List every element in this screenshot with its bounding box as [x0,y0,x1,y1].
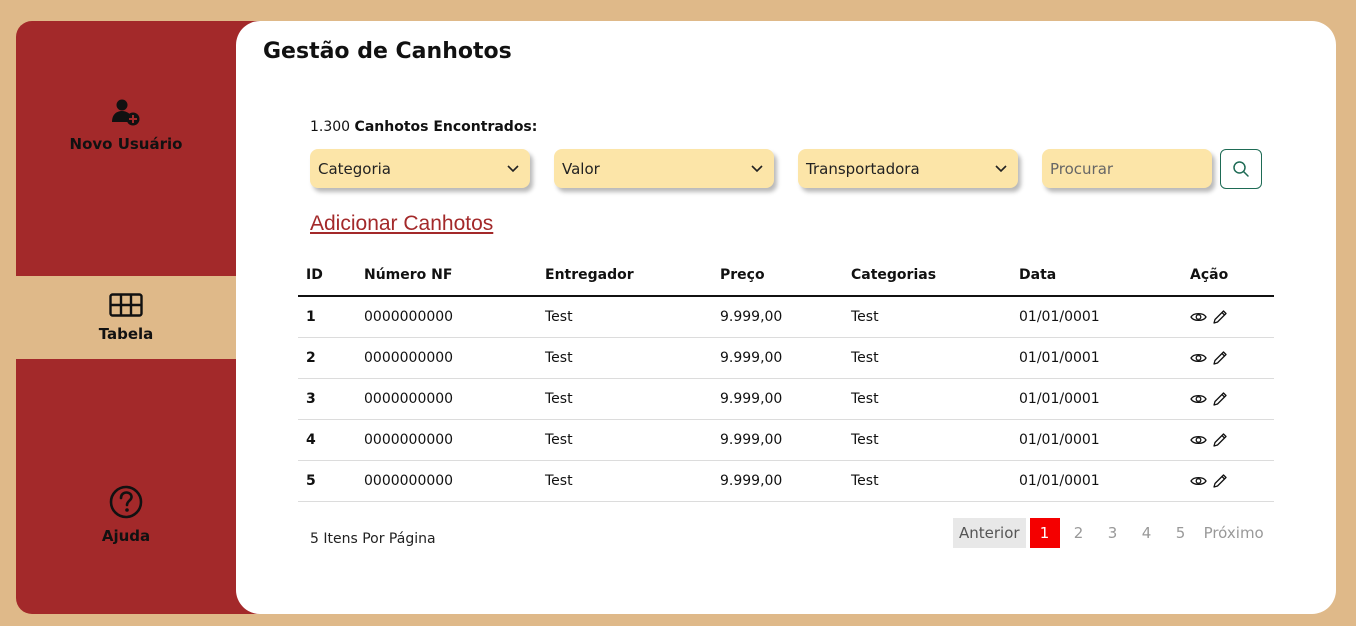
page-button-1[interactable]: 1 [1029,518,1060,548]
column-header-date[interactable]: Data [1011,255,1182,297]
eye-icon[interactable] [1190,393,1207,405]
cell-deliverer: Test [537,419,712,461]
cell-date: 01/01/0001 [1011,460,1182,502]
page-button-3[interactable]: 3 [1098,518,1128,548]
cell-date: 01/01/0001 [1011,378,1182,420]
sidebar: Novo Usuário Tabela Ajuda [16,21,266,614]
pagination: Anterior 1 2 3 4 5 Próximo [953,518,1268,548]
cell-price: 9.999,00 [712,419,843,461]
cell-actions [1182,419,1274,461]
category-dropdown[interactable]: Categoria [310,149,530,188]
search-input[interactable] [1042,149,1212,188]
table-row: 3 0000000000 Test 9.999,00 Test 01/01/00… [298,378,1274,420]
column-header-categories[interactable]: Categorias [843,255,1011,297]
search-icon [1233,161,1249,177]
sidebar-item-label: Ajuda [101,527,151,545]
sidebar-item-help[interactable]: Ajuda [16,485,236,545]
cell-invoice-number: 0000000000 [356,378,537,420]
cell-price: 9.999,00 [712,460,843,502]
chevron-down-icon [995,164,1007,172]
cell-price: 9.999,00 [712,337,843,379]
sidebar-item-new-user[interactable]: Novo Usuário [16,97,236,153]
pencil-icon[interactable] [1212,309,1228,325]
cell-category: Test [843,460,1011,502]
page-button-5[interactable]: 5 [1166,518,1196,548]
carrier-dropdown-label: Transportadora [806,159,920,178]
cell-actions [1182,337,1274,379]
table-row: 5 0000000000 Test 9.999,00 Test 01/01/00… [298,460,1274,502]
cell-category: Test [843,378,1011,420]
chevron-down-icon [751,164,763,172]
sidebar-item-table[interactable]: Tabela [16,276,236,359]
pencil-icon[interactable] [1212,473,1228,489]
value-dropdown-label: Valor [562,159,600,178]
cell-price: 9.999,00 [712,378,843,420]
main-panel: Gestão de Canhotos 1.300 Canhotos Encont… [236,21,1336,614]
items-per-page-label: 5 Itens Por Página [310,531,436,547]
cell-invoice-number: 0000000000 [356,419,537,461]
cell-category: Test [843,337,1011,379]
value-dropdown[interactable]: Valor [554,149,774,188]
chevron-down-icon [507,164,519,172]
eye-icon[interactable] [1190,352,1207,364]
table-row: 2 0000000000 Test 9.999,00 Test 01/01/00… [298,337,1274,379]
cell-actions [1182,378,1274,420]
add-receipts-link[interactable]: Adicionar Canhotos [310,212,493,236]
pencil-icon[interactable] [1212,350,1228,366]
sidebar-item-label: Novo Usuário [69,135,183,153]
sidebar-item-label: Tabela [98,324,154,343]
eye-icon[interactable] [1190,311,1207,323]
results-count-value: 1.300 [310,119,351,135]
pencil-icon[interactable] [1212,432,1228,448]
cell-category: Test [843,296,1011,338]
cell-invoice-number: 0000000000 [356,460,537,502]
cell-deliverer: Test [537,296,712,338]
help-icon [109,485,143,523]
carrier-dropdown[interactable]: Transportadora [798,149,1018,188]
cell-id: 1 [298,296,356,338]
receipts-table: ID Número NF Entregador Preço Categorias… [298,255,1274,502]
cell-invoice-number: 0000000000 [356,296,537,338]
table-row: 1 0000000000 Test 9.999,00 Test 01/01/00… [298,296,1274,338]
results-count: 1.300 Canhotos Encontrados: [310,119,537,135]
cell-id: 5 [298,460,356,502]
search-button[interactable] [1220,149,1262,189]
cell-date: 01/01/0001 [1011,419,1182,461]
cell-date: 01/01/0001 [1011,296,1182,338]
table-header-row: ID Número NF Entregador Preço Categorias… [298,255,1274,297]
category-dropdown-label: Categoria [318,159,392,178]
results-count-label: Canhotos Encontrados: [354,119,538,135]
column-header-id[interactable]: ID [298,255,356,297]
cell-id: 2 [298,337,356,379]
cell-invoice-number: 0000000000 [356,337,537,379]
table-row: 4 0000000000 Test 9.999,00 Test 01/01/00… [298,419,1274,461]
cell-actions [1182,296,1274,338]
cell-deliverer: Test [537,337,712,379]
cell-deliverer: Test [537,378,712,420]
previous-page-button[interactable]: Anterior [953,518,1026,548]
column-header-price[interactable]: Preço [712,255,843,297]
cell-date: 01/01/0001 [1011,337,1182,379]
cell-id: 3 [298,378,356,420]
cell-price: 9.999,00 [712,296,843,338]
cell-deliverer: Test [537,460,712,502]
add-user-icon [111,97,141,131]
pencil-icon[interactable] [1212,391,1228,407]
column-header-deliverer[interactable]: Entregador [537,255,712,297]
page-button-2[interactable]: 2 [1064,518,1094,548]
column-header-invoice-number[interactable]: Número NF [356,255,537,297]
table-icon [109,292,143,321]
cell-id: 4 [298,419,356,461]
next-page-button[interactable]: Próximo [1200,518,1268,548]
cell-actions [1182,460,1274,502]
page-title: Gestão de Canhotos [263,39,512,64]
page-button-4[interactable]: 4 [1132,518,1162,548]
cell-category: Test [843,419,1011,461]
column-header-action: Ação [1182,255,1274,297]
eye-icon[interactable] [1190,475,1207,487]
eye-icon[interactable] [1190,434,1207,446]
